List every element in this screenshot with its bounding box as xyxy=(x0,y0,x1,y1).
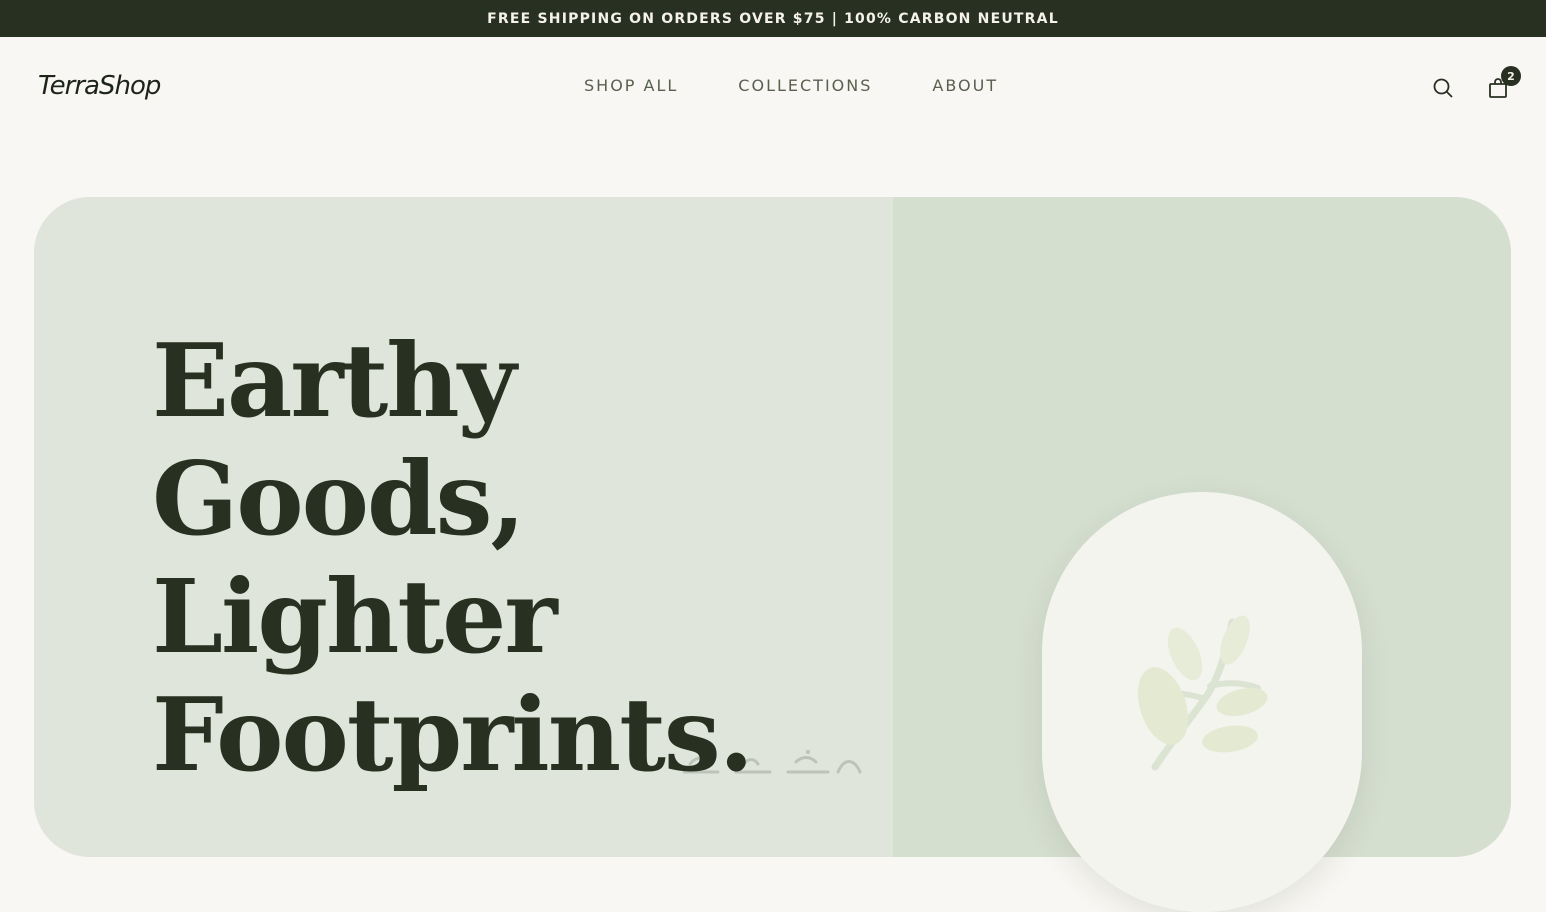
search-button[interactable] xyxy=(1431,76,1455,100)
watermark-logo xyxy=(682,750,862,774)
cart-count-badge: 2 xyxy=(1501,66,1521,86)
headline-line: Earthy xyxy=(152,321,516,440)
headline-line: Footprints. xyxy=(152,675,754,794)
site-header: TerraShop SHOP ALL COLLECTIONS ABOUT 2 xyxy=(0,37,1546,137)
headline-line: Lighter xyxy=(152,557,558,676)
headline-line: Goods, xyxy=(152,439,526,558)
nav-about[interactable]: ABOUT xyxy=(932,76,998,95)
leaf-branch-icon xyxy=(1137,615,1268,771)
nav-shop-all[interactable]: SHOP ALL xyxy=(584,76,678,95)
main-nav: SHOP ALL COLLECTIONS ABOUT xyxy=(584,76,998,95)
nav-collections[interactable]: COLLECTIONS xyxy=(738,76,872,95)
hero-headline: Earthy Goods, Lighter Footprints. xyxy=(152,321,754,794)
logo[interactable]: TerraShop xyxy=(38,71,161,101)
announcement-bar: FREE SHIPPING ON ORDERS OVER $75 | 100% … xyxy=(0,0,1546,37)
search-icon xyxy=(1433,78,1453,98)
announcement-text: FREE SHIPPING ON ORDERS OVER $75 | 100% … xyxy=(487,10,1059,27)
